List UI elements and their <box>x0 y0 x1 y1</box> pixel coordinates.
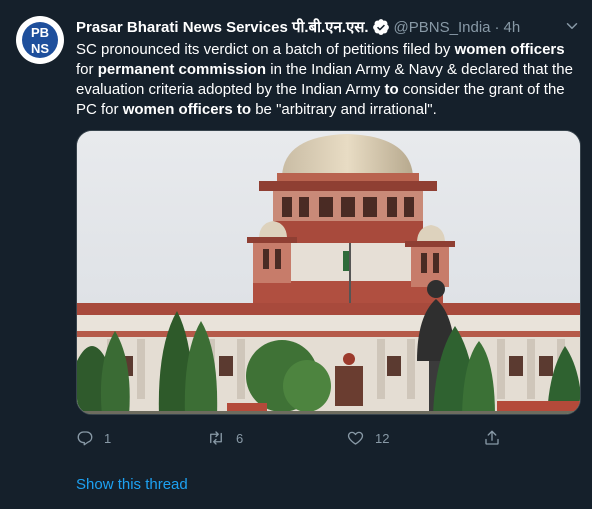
retweet-icon <box>210 431 222 445</box>
tweet-header: Prasar Bharati News Services पी.बी.एन.एस… <box>76 16 576 38</box>
text-part: SC pronounced its verdict on a batch of … <box>76 41 455 58</box>
avatar[interactable]: PB NS <box>16 16 64 64</box>
pbns-logo: PB NS <box>22 22 58 58</box>
more-options-button[interactable] <box>560 14 584 38</box>
tweet-text: SC pronounced its verdict on a batch of … <box>76 40 581 120</box>
tweet-media-photo[interactable] <box>76 130 581 415</box>
tweet-actions: 1 6 12 <box>76 424 506 452</box>
avatar-text-pb: PB <box>30 24 50 40</box>
avatar-text-ns: NS <box>30 40 50 56</box>
share-button[interactable] <box>483 429 501 447</box>
retweet-button[interactable]: 6 <box>206 429 243 447</box>
retweet-count: 6 <box>236 430 244 446</box>
display-name[interactable]: Prasar Bharati News Services पी.बी.एन.एस… <box>76 17 369 37</box>
timestamp[interactable]: 4h <box>504 19 521 36</box>
like-count: 12 <box>375 430 390 446</box>
text-part: for <box>76 61 98 78</box>
handle[interactable]: @PBNS_India <box>394 19 491 36</box>
text-part: be "arbitrary and irrational". <box>251 101 437 118</box>
chevron-down-icon <box>566 23 578 29</box>
text-bold: women officers <box>454 41 565 58</box>
text-bold: permanent commission <box>97 61 267 78</box>
like-button[interactable]: 12 <box>346 429 389 447</box>
reply-button[interactable]: 1 <box>76 429 111 447</box>
show-thread-link[interactable]: Show this thread <box>76 476 188 493</box>
share-icon <box>485 430 499 445</box>
separator: · <box>494 18 500 36</box>
text-bold: women officers to <box>122 101 252 118</box>
heart-icon <box>347 431 364 445</box>
reply-icon <box>77 431 93 446</box>
text-bold: to <box>384 81 399 98</box>
supreme-court-building-photo <box>77 131 580 414</box>
tweet-card[interactable]: PB NS Prasar Bharati News Services पी.बी… <box>0 0 592 509</box>
reply-count: 1 <box>104 430 112 446</box>
verified-badge-icon <box>372 18 390 36</box>
